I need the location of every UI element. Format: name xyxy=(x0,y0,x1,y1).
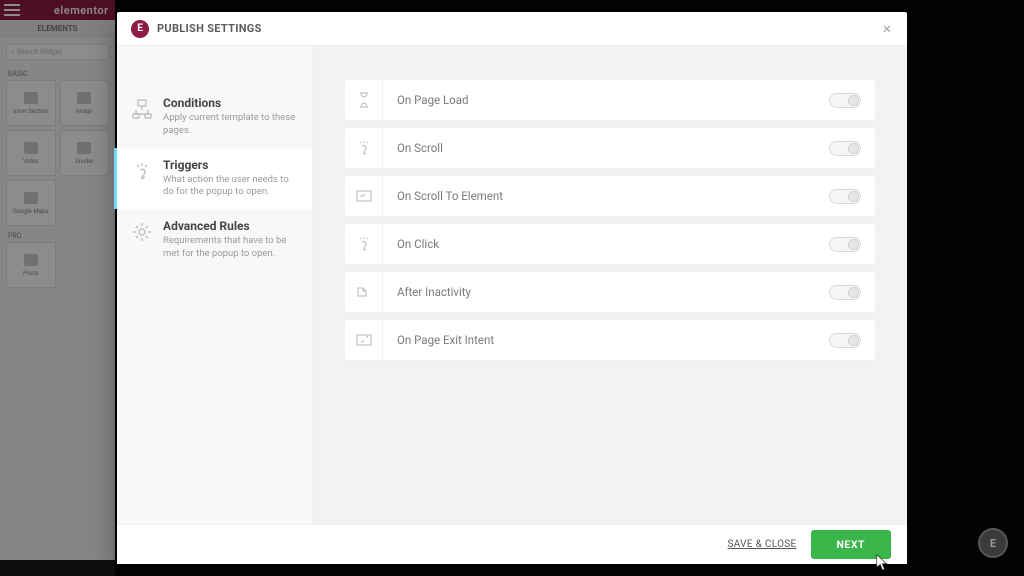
trigger-icon xyxy=(345,224,383,264)
trigger-label: On Scroll xyxy=(383,141,829,155)
sidebar-item-desc: What action the user needs to do for the… xyxy=(163,174,298,200)
trigger-label: After Inactivity xyxy=(383,285,829,299)
publish-settings-modal: E PUBLISH SETTINGS × Conditions Apply cur… xyxy=(117,12,907,564)
close-button[interactable]: × xyxy=(877,19,897,39)
modal-footer: SAVE & CLOSE NEXT xyxy=(117,524,907,564)
trigger-icon xyxy=(345,272,383,312)
modal-title: PUBLISH SETTINGS xyxy=(157,22,262,35)
trigger-toggle[interactable] xyxy=(829,333,861,348)
elementor-fab[interactable]: E xyxy=(978,528,1008,558)
sidebar-item-title: Conditions xyxy=(163,96,298,110)
trigger-toggle[interactable] xyxy=(829,141,861,156)
triggers-icon xyxy=(129,158,155,184)
trigger-label: On Click xyxy=(383,237,829,251)
trigger-label: On Page Exit Intent xyxy=(383,333,829,347)
next-button[interactable]: NEXT xyxy=(811,530,892,559)
modal-main: On Page Load On Scroll On Scroll To Elemen… xyxy=(313,46,907,524)
sidebar-item-advanced-rules[interactable]: Advanced Rules Requirements that have to … xyxy=(117,209,312,271)
elementor-logo-icon: E xyxy=(131,20,149,38)
trigger-label: On Scroll To Element xyxy=(383,189,829,203)
trigger-toggle[interactable] xyxy=(829,93,861,108)
trigger-icon xyxy=(345,80,383,120)
trigger-row: On Page Exit Intent xyxy=(345,320,875,360)
trigger-row: On Scroll xyxy=(345,128,875,168)
modal-body: Conditions Apply current template to thes… xyxy=(117,46,907,524)
sidebar-item-triggers[interactable]: Triggers What action the user needs to do… xyxy=(114,148,312,210)
trigger-row: On Page Load xyxy=(345,80,875,120)
trigger-icon xyxy=(345,128,383,168)
trigger-icon xyxy=(345,320,383,360)
trigger-icon xyxy=(345,176,383,216)
advanced-rules-icon xyxy=(129,219,155,245)
trigger-row: On Click xyxy=(345,224,875,264)
trigger-row: On Scroll To Element xyxy=(345,176,875,216)
trigger-toggle[interactable] xyxy=(829,189,861,204)
conditions-icon xyxy=(129,96,155,122)
trigger-label: On Page Load xyxy=(383,93,829,107)
trigger-toggle[interactable] xyxy=(829,237,861,252)
sidebar-item-title: Triggers xyxy=(163,158,298,172)
sidebar-item-conditions[interactable]: Conditions Apply current template to thes… xyxy=(117,86,312,148)
sidebar-item-desc: Apply current template to these pages. xyxy=(163,112,298,138)
modal-sidebar: Conditions Apply current template to thes… xyxy=(117,46,313,524)
save-and-close-button[interactable]: SAVE & CLOSE xyxy=(728,539,797,550)
modal-header: E PUBLISH SETTINGS × xyxy=(117,12,907,46)
trigger-row: After Inactivity xyxy=(345,272,875,312)
sidebar-item-desc: Requirements that have to be met for the… xyxy=(163,235,298,261)
sidebar-item-title: Advanced Rules xyxy=(163,219,298,233)
trigger-toggle[interactable] xyxy=(829,285,861,300)
